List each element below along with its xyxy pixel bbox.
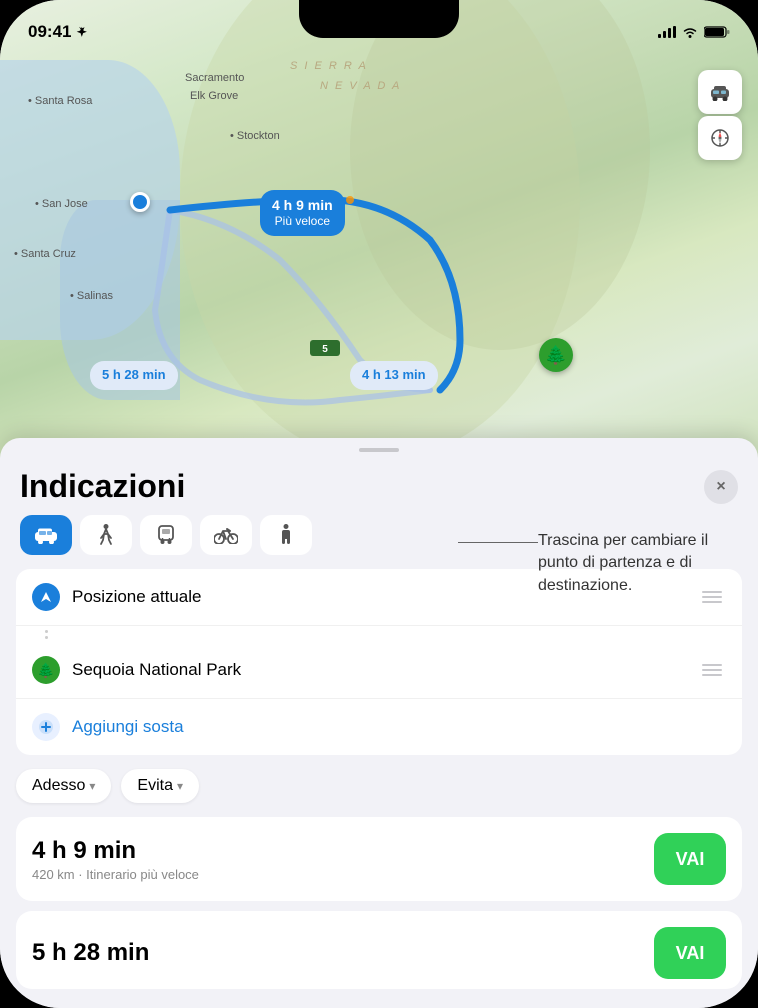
connector-dot-2 [45,636,48,639]
map-area[interactable]: 5 • Santa Rosa Sacramento Elk Grove • St… [0,0,758,490]
car-transport-icon [34,526,58,544]
route-svg: 5 [0,0,758,490]
map-label-salinas: • Salinas [70,290,113,302]
map-label-sacramento: Sacramento [185,72,244,84]
bike-icon [214,526,238,544]
map-label-santacruz: • Santa Cruz [14,248,76,260]
callout-annotation: Trascina per cambiare il punto di parten… [538,530,738,597]
map-label-nevada: N E V A D A [320,80,401,92]
transport-walk[interactable] [80,515,132,555]
map-background: 5 • Santa Rosa Sacramento Elk Grove • St… [0,0,758,490]
time-label: 09:41 [28,22,71,42]
transport-person[interactable] [260,515,312,555]
alt1-time: 5 h 28 min [102,367,166,382]
destination-drag-handle[interactable] [698,660,726,680]
destination-text: Sequoia National Park [72,660,698,680]
map-label-stockton: • Stockton [230,130,280,142]
compass-icon [710,128,730,148]
route-bubble-alt2[interactable]: 4 h 13 min [350,361,438,390]
location-arrow-icon [39,590,53,604]
chevron-down-icon-2: ▾ [177,779,183,793]
walk-icon [97,524,115,546]
origin-marker [130,192,150,212]
status-time: 09:41 [28,22,89,42]
callout-text: Trascina per cambiare il punto di parten… [538,530,738,597]
time-option[interactable]: Adesso ▾ [16,769,111,803]
plus-icon [38,719,54,735]
transit-icon [156,524,176,546]
location-icon [75,25,89,39]
route-time-2: 5 h 28 min [32,939,654,967]
waypoint-destination: 🌲 Sequoia National Park [16,642,742,699]
route-card-2: 5 h 28 min VAI [16,911,742,989]
car-icon [709,83,731,101]
close-button[interactable]: × [704,470,738,504]
sheet-header: Indicazioni × [0,452,758,515]
route-details-1: 420 km · Itinerario più veloce [32,867,654,882]
svg-text:5: 5 [322,344,328,355]
route-card-1: 4 h 9 min 420 km · Itinerario più veloce… [16,817,742,901]
battery-icon [704,26,730,38]
go-button-2[interactable]: VAI [654,927,726,979]
transport-bike[interactable] [200,515,252,555]
alt2-time: 4 h 13 min [362,367,426,382]
transport-transit[interactable] [140,515,192,555]
route-bubble-fastest[interactable]: 4 h 9 min Più veloce [260,190,345,236]
drive-mode-button[interactable] [698,70,742,114]
chevron-down-icon: ▾ [89,779,95,793]
bottom-sheet: Indicazioni × [0,438,758,1008]
origin-icon [32,583,60,611]
route-cards: 4 h 9 min 420 km · Itinerario più veloce… [0,817,758,989]
fastest-time: 4 h 9 min [272,196,333,214]
time-option-label: Adesso [32,777,85,795]
map-label-elkgrove: Elk Grove [190,90,238,102]
connector-dot-1 [45,630,48,633]
add-stop-icon [32,713,60,741]
person-icon [278,524,294,546]
go-button-1[interactable]: VAI [654,833,726,885]
transport-car[interactable] [20,515,72,555]
route-info-2: 5 h 28 min [32,939,654,967]
fastest-label: Più veloce [272,214,333,230]
map-label-sanjose: • San Jose [35,198,88,210]
notch [299,0,459,38]
map-controls [698,70,742,160]
signal-icon [658,26,676,38]
route-time-1: 4 h 9 min [32,837,654,865]
options-row: Adesso ▾ Evita ▾ [0,755,758,817]
avoid-option-label: Evita [137,777,173,795]
avoid-option[interactable]: Evita ▾ [121,769,199,803]
route-bubble-alt1[interactable]: 5 h 28 min [90,361,178,390]
route-info-1: 4 h 9 min 420 km · Itinerario più veloce [32,837,654,882]
location-button[interactable] [698,116,742,160]
map-label-sierra: S I E R R A [290,60,368,72]
callout-line [458,542,538,543]
phone-frame: 09:41 [0,0,758,1008]
waypoint-add-stop[interactable]: Aggiungi sosta [16,699,742,755]
add-stop-text[interactable]: Aggiungi sosta [72,717,726,737]
status-icons [658,26,730,38]
destination-marker: 🌲 [539,338,573,372]
sheet-title: Indicazioni [20,468,185,505]
destination-icon: 🌲 [32,656,60,684]
wifi-icon [682,26,698,38]
map-label-santarosa: • Santa Rosa [28,95,92,107]
